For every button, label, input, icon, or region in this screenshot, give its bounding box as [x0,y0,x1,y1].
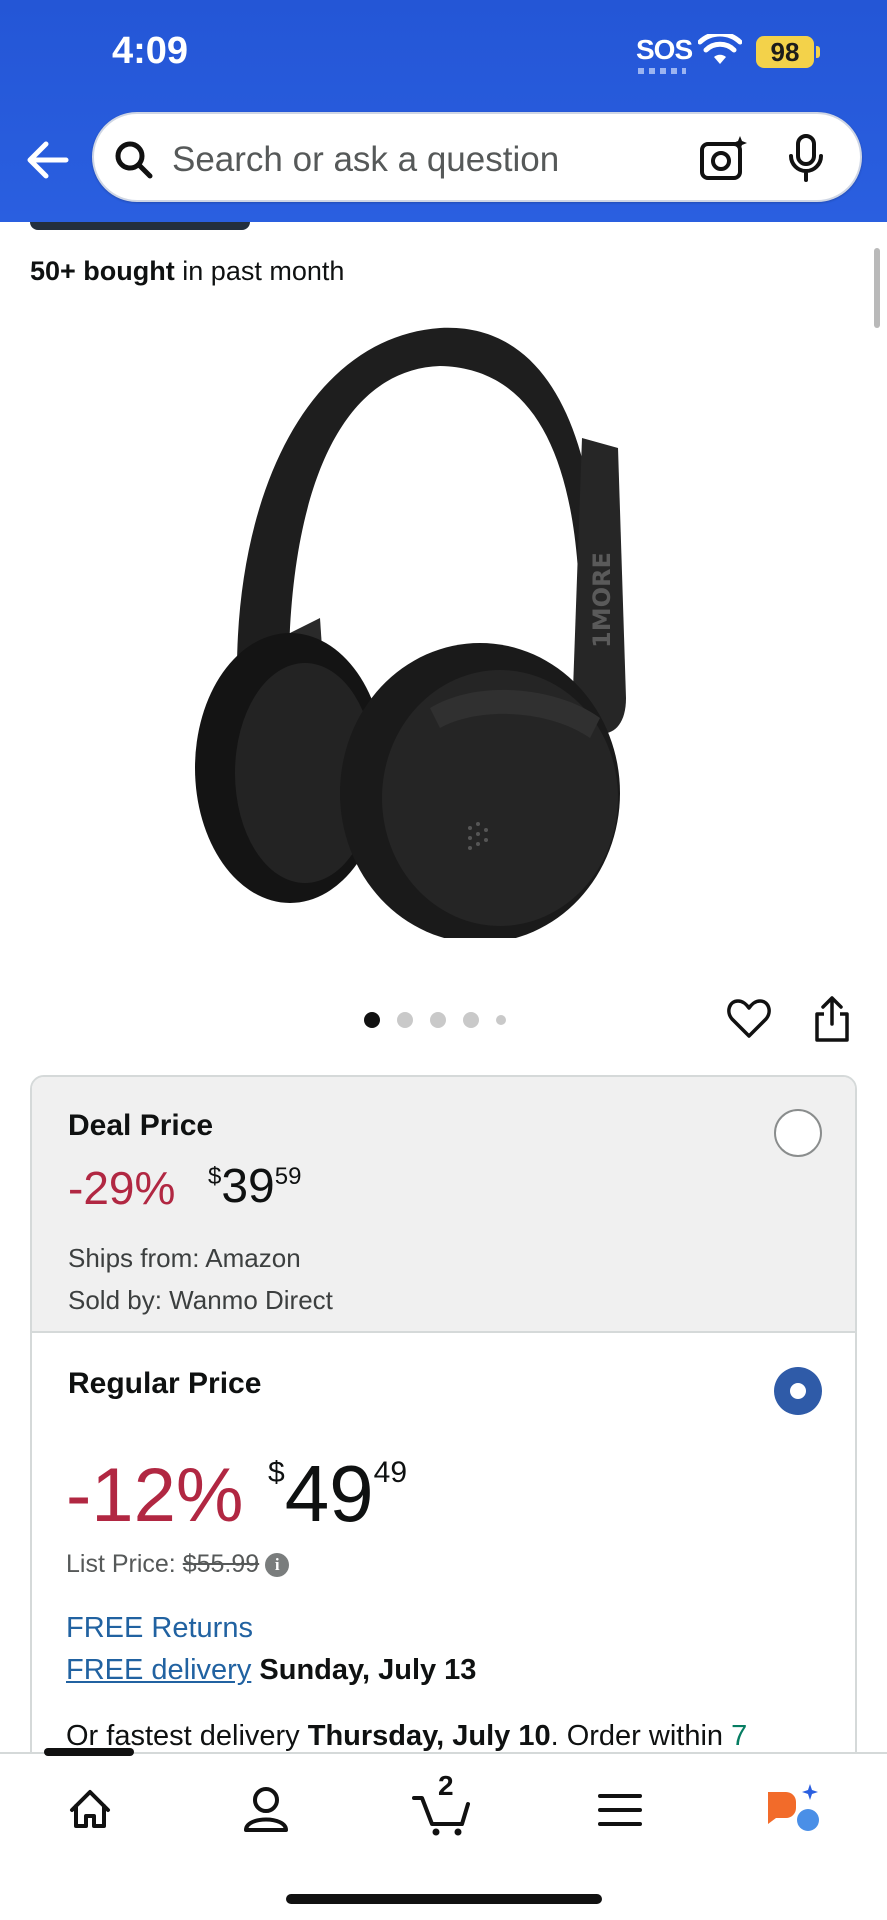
delivery-date: Sunday, July 13 [259,1654,477,1686]
free-returns-link[interactable]: FREE Returns [66,1612,253,1645]
list-price: List Price: $55.99 i [66,1550,290,1579]
header: 4:09 SOS 98 Search or ask a question [0,0,887,222]
order-within-value: 7 [731,1720,748,1752]
carousel-dot[interactable] [430,1012,446,1028]
nav-active-indicator [44,1748,134,1756]
regular-price-fraction: 49 [373,1456,408,1489]
fastest-delivery: Or fastest delivery Thursday, July 10. O… [66,1720,747,1753]
rufus-assistant-icon[interactable] [752,1774,832,1840]
deal-price-title: Deal Price [68,1109,214,1142]
carousel-dot[interactable] [496,1015,506,1025]
previous-section-edge [30,222,250,230]
ships-from: Ships from: Amazon [68,1243,301,1273]
sos-indicator: SOS [636,34,693,65]
regular-price-radio-selected[interactable] [774,1367,822,1415]
cart-count: 2 [438,1770,454,1801]
list-price-label: List Price: [66,1550,176,1578]
home-icon[interactable] [50,1774,130,1840]
free-delivery: FREE delivery Sunday, July 13 [66,1654,476,1687]
regular-discount: -12% [66,1453,244,1538]
wifi-icon [698,34,742,64]
scrollbar[interactable] [874,248,880,328]
battery-nub [816,46,820,58]
account-icon[interactable] [226,1774,306,1840]
deal-discount: -29% [68,1162,176,1214]
regular-price-title: Regular Price [68,1367,262,1400]
regular-currency: $ [268,1456,285,1489]
battery-indicator: 98 [756,36,814,68]
microphone-icon[interactable] [786,132,826,186]
heart-icon[interactable] [726,996,772,1042]
bought-in-past-month: 50+ bought in past month [30,256,344,287]
image-carousel-dots[interactable] [364,1011,506,1029]
menu-icon[interactable] [580,1774,660,1840]
deal-price-radio[interactable] [774,1109,822,1157]
info-icon[interactable]: i [265,1553,290,1578]
deal-price-whole: 39 [221,1160,275,1213]
deal-currency: $ [208,1163,222,1190]
carousel-dot[interactable] [463,1012,479,1028]
home-indicator[interactable] [286,1894,602,1904]
deal-price-option[interactable]: Deal Price -29% $3959 Ships from: Amazon… [32,1077,855,1333]
brand-print: 1MORE [588,552,616,648]
regular-price: $4949 [268,1448,407,1540]
sold-by: Sold by: Wanmo Direct [68,1285,333,1315]
search-icon [115,141,153,179]
share-icon[interactable] [812,994,852,1044]
free-delivery-link[interactable]: FREE delivery [66,1654,251,1686]
regular-price-whole: 49 [284,1449,374,1538]
search-placeholder: Search or ask a question [172,140,560,179]
status-time: 4:09 [112,30,189,72]
camera-search-icon[interactable] [698,134,748,184]
deal-price-fraction: 59 [274,1163,302,1190]
list-price-value: $55.99 [182,1550,260,1578]
product-image[interactable]: 1MORE [180,318,700,938]
fastest-date: Thursday, July 10 [307,1720,551,1752]
bought-suffix: in past month [182,256,345,286]
deal-price: $3959 [208,1159,301,1214]
carousel-dot[interactable] [397,1012,413,1028]
back-arrow-icon[interactable] [22,136,72,184]
bottom-nav: 2 [0,1748,887,1920]
bought-count: 50+ bought [30,256,175,286]
sos-signal-dots [638,68,686,74]
search-input[interactable]: Search or ask a question [92,112,862,202]
carousel-dot-active[interactable] [364,1012,380,1028]
order-within: . Order within [550,1720,724,1752]
